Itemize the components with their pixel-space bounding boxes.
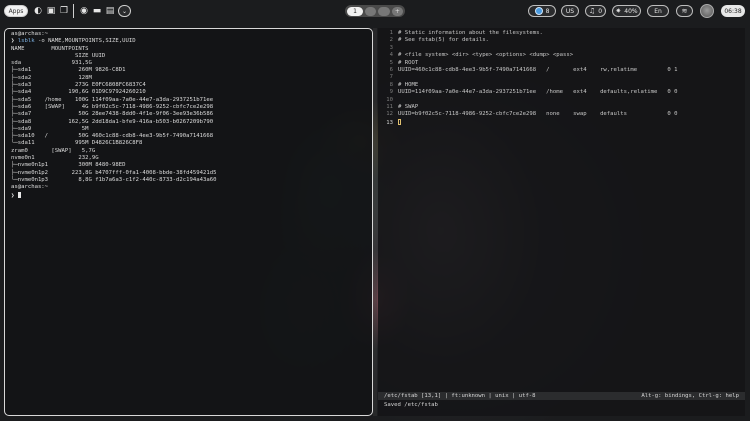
terminal-window[interactable]: as@archas:~ ❯ lsblk -o NAME,MOUNTPOINTS,S… bbox=[4, 28, 373, 416]
status-help-hint: Alt-g: bindings, Ctrl-g: help bbox=[641, 393, 739, 399]
battery-indicator[interactable]: 8 bbox=[528, 5, 556, 17]
split-divider[interactable] bbox=[373, 28, 377, 416]
terminal-line: as@archas:~ bbox=[11, 184, 49, 191]
workspace-switcher: 1 + bbox=[345, 5, 405, 17]
line-number: 12 bbox=[386, 111, 393, 118]
language-value: En bbox=[654, 7, 662, 15]
palette-icon[interactable]: ◐ bbox=[32, 5, 44, 17]
battery-icon bbox=[534, 7, 543, 15]
workspace-add[interactable]: + bbox=[391, 6, 404, 16]
avatar[interactable] bbox=[700, 4, 714, 18]
line-number: 4 bbox=[389, 52, 393, 59]
bell-icon: ♫ bbox=[588, 7, 596, 15]
editor-line[interactable]: 3 bbox=[383, 45, 678, 52]
brightness-value: 40% bbox=[624, 7, 638, 15]
terminal-line: ├─sda4 190,6G 01D9C97924260210 bbox=[11, 89, 146, 96]
editor-line[interactable]: 4 # <file system> <dir> <type> <options> … bbox=[383, 52, 678, 59]
command-name: lsblk bbox=[17, 38, 35, 45]
brightness-indicator[interactable]: ✷ 40% bbox=[612, 5, 641, 17]
workspace-2[interactable] bbox=[365, 6, 377, 16]
editor-line[interactable]: 5 # ROOT bbox=[383, 60, 678, 67]
terminal-line: zram0 [SWAP] 5,7G bbox=[11, 147, 96, 154]
terminal-line: ├─sda8 162,5G 2dd18da1-bfe9-416a-b503-b0… bbox=[11, 118, 214, 125]
separator bbox=[73, 4, 74, 18]
line-number: 2 bbox=[389, 37, 393, 44]
terminal-line: ├─sda1 260M 9826-C8D1 bbox=[11, 67, 126, 74]
briefcase-icon[interactable]: ▤ bbox=[104, 5, 116, 17]
notifications-indicator[interactable]: ♫ 0 bbox=[585, 5, 606, 17]
line-text: UUID=460c1c88-cdb8-4ee3-9b5f-7490a714166… bbox=[398, 67, 678, 74]
editor-line[interactable]: 8 # HOME bbox=[383, 82, 678, 89]
editor-line[interactable]: 10 bbox=[383, 97, 678, 104]
copy-icon[interactable]: ❐ bbox=[58, 5, 70, 17]
status-file-info: /etc/fstab [13,1] | ft:unknown | unix | … bbox=[384, 393, 536, 399]
prompt-arrow: ❯ bbox=[11, 192, 18, 199]
line-text: # Static information about the filesyste… bbox=[398, 30, 543, 36]
clock[interactable]: 06:38 bbox=[721, 5, 745, 17]
editor-line[interactable]: 11 # SWAP bbox=[383, 104, 678, 111]
wifi-indicator[interactable]: ≋ bbox=[676, 5, 693, 17]
terminal-line: ❯ lsblk -o NAME,MOUNTPOINTS,SIZE,UUID bbox=[11, 38, 216, 45]
line-number: 10 bbox=[386, 96, 393, 103]
line-text: UUID=b9f02c5c-7118-4986-9252-cbfc7ce2e29… bbox=[398, 111, 678, 118]
wifi-icon: ≋ bbox=[681, 7, 688, 15]
line-text: # See fstab(5) for details. bbox=[398, 37, 489, 44]
workspace-3[interactable] bbox=[378, 6, 390, 16]
terminal-line: ├─nvme0n1p1 300M 8480-98ED bbox=[11, 162, 126, 169]
terminal-output: as@archas:~ ❯ lsblk -o NAME,MOUNTPOINTS,S… bbox=[11, 31, 216, 200]
line-text: UUID=114f09aa-7a0e-44e7-a3da-2937251b71e… bbox=[398, 89, 678, 96]
sun-icon: ✷ bbox=[615, 7, 622, 15]
editor-line[interactable]: 12 UUID=b9f02c5c-7118-4986-9252-cbfc7ce2e… bbox=[383, 111, 678, 118]
prompt-arrow: ❯ bbox=[11, 38, 18, 45]
keyboard-layout[interactable]: US bbox=[561, 5, 579, 17]
line-number: 8 bbox=[389, 81, 393, 88]
terminal-line: ├─nvme0n1p2 223,8G b4707fff-0fa1-4008-bb… bbox=[11, 169, 217, 176]
editor-statusline: /etc/fstab [13,1] | ft:unknown | unix | … bbox=[378, 392, 745, 400]
editor-line[interactable]: 1 # Static information about the filesyst… bbox=[383, 30, 678, 37]
terminal-cursor bbox=[17, 191, 21, 198]
editor-line[interactable]: 9 UUID=114f09aa-7a0e-44e7-a3da-2937251b71… bbox=[383, 89, 678, 96]
editor-line[interactable]: 13 bbox=[383, 118, 678, 127]
apps-button[interactable]: Apps bbox=[4, 5, 28, 17]
line-number: 9 bbox=[389, 89, 393, 96]
line-number: 13 bbox=[386, 119, 393, 126]
command-args: -o NAME,MOUNTPOINTS,SIZE,UUID bbox=[34, 38, 136, 45]
terminal-line: ├─sda5 /home 100G 114f09aa-7a0e-44e7-a3d… bbox=[11, 96, 214, 103]
terminal-line: ├─sda2 128M bbox=[11, 74, 92, 81]
editor-line[interactable]: 7 bbox=[383, 74, 678, 81]
editor-message: Saved /etc/fstab bbox=[384, 402, 438, 408]
overview-button[interactable]: ⌄ bbox=[118, 5, 131, 17]
image-icon[interactable]: ▣ bbox=[45, 5, 57, 17]
line-number: 5 bbox=[389, 59, 393, 66]
notifications-count: 0 bbox=[598, 7, 603, 15]
terminal-line: └─sda11 995M D4826C1B826C8F8 bbox=[11, 140, 143, 147]
terminal-line: └─nvme0n1p3 8,8G f1b7a6a3-c1f2-440c-8733… bbox=[11, 176, 217, 183]
globe-icon[interactable]: ◉ bbox=[78, 5, 90, 17]
line-number: 11 bbox=[386, 104, 393, 111]
terminal-line: SIZE UUID bbox=[11, 52, 106, 59]
battery-value: 8 bbox=[545, 7, 550, 15]
editor-line[interactable]: 2 # See fstab(5) for details. bbox=[383, 37, 678, 44]
editor-window[interactable]: 1 # Static information about the filesyst… bbox=[378, 28, 745, 416]
top-bar: Apps ◐ ▣ ❐ ◉ ▬ ▤ ⌄ 1 + 8 US ♫ 0 ✷ 40% En… bbox=[0, 0, 750, 22]
terminal-line: NAME MOUNTPOINTS bbox=[11, 45, 89, 52]
line-text: # ROOT bbox=[398, 59, 419, 66]
terminal-line: as@archas:~ bbox=[11, 31, 49, 37]
editor-cursor bbox=[398, 118, 401, 125]
line-text: # <file system> <dir> <type> <options> <… bbox=[398, 52, 574, 59]
line-number: 3 bbox=[389, 44, 393, 51]
line-number: 7 bbox=[389, 74, 393, 81]
line-number: 1 bbox=[389, 30, 393, 36]
line-text: # SWAP bbox=[398, 104, 419, 111]
line-number: 6 bbox=[389, 67, 393, 74]
terminal-input-line[interactable]: ❯ bbox=[11, 191, 216, 200]
language-indicator[interactable]: En bbox=[647, 5, 669, 17]
line-text: # HOME bbox=[398, 81, 419, 88]
terminal-line: ├─sda7 50G 28ee7438-8dd0-4f1e-9f06-3ee93… bbox=[11, 111, 214, 118]
editor-buffer[interactable]: 1 # Static information about the filesyst… bbox=[383, 30, 678, 127]
workspace-1[interactable]: 1 bbox=[347, 6, 364, 16]
folder-icon[interactable]: ▬ bbox=[91, 5, 103, 17]
editor-line[interactable]: 6 UUID=460c1c88-cdb8-4ee3-9b5f-7490a71416… bbox=[383, 67, 678, 74]
